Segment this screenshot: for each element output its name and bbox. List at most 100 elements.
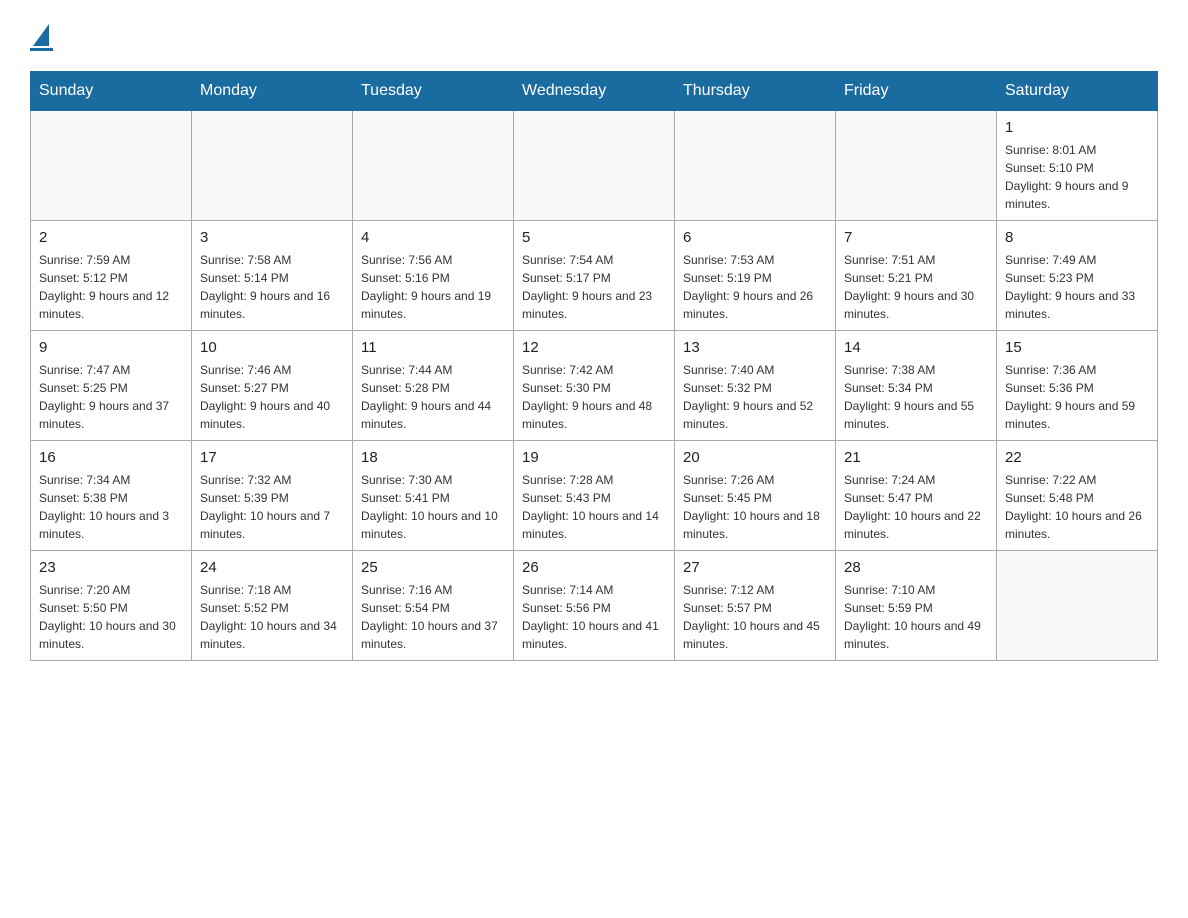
day-info: Sunrise: 7:44 AM Sunset: 5:28 PM Dayligh… <box>361 361 505 433</box>
day-number: 12 <box>522 337 666 358</box>
day-number: 23 <box>39 557 183 578</box>
calendar-header-friday: Friday <box>836 72 997 111</box>
day-number: 14 <box>844 337 988 358</box>
day-number: 3 <box>200 227 344 248</box>
calendar-cell: 8 Sunrise: 7:49 AM Sunset: 5:23 PM Daylig… <box>997 221 1158 331</box>
day-number: 17 <box>200 447 344 468</box>
calendar-cell: 5 Sunrise: 7:54 AM Sunset: 5:17 PM Daylig… <box>514 221 675 331</box>
calendar-cell: 28 Sunrise: 7:10 AM Sunset: 5:59 PM Dayli… <box>836 551 997 661</box>
day-info: Sunrise: 7:18 AM Sunset: 5:52 PM Dayligh… <box>200 581 344 653</box>
calendar-cell: 22 Sunrise: 7:22 AM Sunset: 5:48 PM Dayli… <box>997 441 1158 551</box>
calendar-cell: 4 Sunrise: 7:56 AM Sunset: 5:16 PM Daylig… <box>353 221 514 331</box>
day-number: 10 <box>200 337 344 358</box>
day-number: 28 <box>844 557 988 578</box>
day-info: Sunrise: 7:46 AM Sunset: 5:27 PM Dayligh… <box>200 361 344 433</box>
calendar-cell: 12 Sunrise: 7:42 AM Sunset: 5:30 PM Dayli… <box>514 331 675 441</box>
day-info: Sunrise: 7:20 AM Sunset: 5:50 PM Dayligh… <box>39 581 183 653</box>
day-number: 15 <box>1005 337 1149 358</box>
calendar-cell <box>836 111 997 221</box>
day-info: Sunrise: 7:49 AM Sunset: 5:23 PM Dayligh… <box>1005 251 1149 323</box>
day-info: Sunrise: 7:34 AM Sunset: 5:38 PM Dayligh… <box>39 471 183 543</box>
day-info: Sunrise: 7:22 AM Sunset: 5:48 PM Dayligh… <box>1005 471 1149 543</box>
calendar-header-wednesday: Wednesday <box>514 72 675 111</box>
day-number: 9 <box>39 337 183 358</box>
day-number: 4 <box>361 227 505 248</box>
day-number: 16 <box>39 447 183 468</box>
week-row-3: 9 Sunrise: 7:47 AM Sunset: 5:25 PM Daylig… <box>31 331 1158 441</box>
day-number: 6 <box>683 227 827 248</box>
day-number: 7 <box>844 227 988 248</box>
calendar-cell: 14 Sunrise: 7:38 AM Sunset: 5:34 PM Dayli… <box>836 331 997 441</box>
day-number: 20 <box>683 447 827 468</box>
day-info: Sunrise: 7:51 AM Sunset: 5:21 PM Dayligh… <box>844 251 988 323</box>
week-row-2: 2 Sunrise: 7:59 AM Sunset: 5:12 PM Daylig… <box>31 221 1158 331</box>
calendar-cell: 13 Sunrise: 7:40 AM Sunset: 5:32 PM Dayli… <box>675 331 836 441</box>
calendar-cell <box>514 111 675 221</box>
day-info: Sunrise: 7:32 AM Sunset: 5:39 PM Dayligh… <box>200 471 344 543</box>
day-info: Sunrise: 7:30 AM Sunset: 5:41 PM Dayligh… <box>361 471 505 543</box>
calendar-cell: 19 Sunrise: 7:28 AM Sunset: 5:43 PM Dayli… <box>514 441 675 551</box>
calendar-cell: 20 Sunrise: 7:26 AM Sunset: 5:45 PM Dayli… <box>675 441 836 551</box>
day-info: Sunrise: 7:26 AM Sunset: 5:45 PM Dayligh… <box>683 471 827 543</box>
calendar-cell: 2 Sunrise: 7:59 AM Sunset: 5:12 PM Daylig… <box>31 221 192 331</box>
calendar-cell <box>675 111 836 221</box>
calendar-table: SundayMondayTuesdayWednesdayThursdayFrid… <box>30 71 1158 661</box>
calendar-cell: 17 Sunrise: 7:32 AM Sunset: 5:39 PM Dayli… <box>192 441 353 551</box>
day-number: 2 <box>39 227 183 248</box>
calendar-cell: 24 Sunrise: 7:18 AM Sunset: 5:52 PM Dayli… <box>192 551 353 661</box>
day-number: 5 <box>522 227 666 248</box>
day-info: Sunrise: 7:10 AM Sunset: 5:59 PM Dayligh… <box>844 581 988 653</box>
day-number: 13 <box>683 337 827 358</box>
day-number: 26 <box>522 557 666 578</box>
day-number: 21 <box>844 447 988 468</box>
logo <box>30 20 53 51</box>
logo-triangle-icon <box>33 24 49 46</box>
calendar-header-tuesday: Tuesday <box>353 72 514 111</box>
day-number: 22 <box>1005 447 1149 468</box>
day-info: Sunrise: 7:28 AM Sunset: 5:43 PM Dayligh… <box>522 471 666 543</box>
day-number: 18 <box>361 447 505 468</box>
calendar-cell <box>192 111 353 221</box>
calendar-cell: 6Sunrise: 7:53 AM Sunset: 5:19 PM Daylig… <box>675 221 836 331</box>
calendar-cell: 1Sunrise: 8:01 AM Sunset: 5:10 PM Daylig… <box>997 111 1158 221</box>
day-info: Sunrise: 7:40 AM Sunset: 5:32 PM Dayligh… <box>683 361 827 433</box>
day-number: 8 <box>1005 227 1149 248</box>
calendar-cell: 25Sunrise: 7:16 AM Sunset: 5:54 PM Dayli… <box>353 551 514 661</box>
day-info: Sunrise: 7:56 AM Sunset: 5:16 PM Dayligh… <box>361 251 505 323</box>
day-info: Sunrise: 7:54 AM Sunset: 5:17 PM Dayligh… <box>522 251 666 323</box>
calendar-cell <box>31 111 192 221</box>
calendar-cell <box>353 111 514 221</box>
day-number: 25 <box>361 557 505 578</box>
calendar-cell: 23 Sunrise: 7:20 AM Sunset: 5:50 PM Dayli… <box>31 551 192 661</box>
calendar-header-sunday: Sunday <box>31 72 192 111</box>
day-info: Sunrise: 7:47 AM Sunset: 5:25 PM Dayligh… <box>39 361 183 433</box>
day-info: Sunrise: 8:01 AM Sunset: 5:10 PM Dayligh… <box>1005 141 1149 213</box>
calendar-header-thursday: Thursday <box>675 72 836 111</box>
calendar-header-row: SundayMondayTuesdayWednesdayThursdayFrid… <box>31 72 1158 111</box>
page-header <box>30 20 1158 51</box>
day-info: Sunrise: 7:14 AM Sunset: 5:56 PM Dayligh… <box>522 581 666 653</box>
calendar-cell: 7 Sunrise: 7:51 AM Sunset: 5:21 PM Daylig… <box>836 221 997 331</box>
day-info: Sunrise: 7:38 AM Sunset: 5:34 PM Dayligh… <box>844 361 988 433</box>
calendar-cell: 9 Sunrise: 7:47 AM Sunset: 5:25 PM Daylig… <box>31 331 192 441</box>
day-info: Sunrise: 7:12 AM Sunset: 5:57 PM Dayligh… <box>683 581 827 653</box>
calendar-cell: 10 Sunrise: 7:46 AM Sunset: 5:27 PM Dayli… <box>192 331 353 441</box>
calendar-cell: 16 Sunrise: 7:34 AM Sunset: 5:38 PM Dayli… <box>31 441 192 551</box>
day-number: 19 <box>522 447 666 468</box>
calendar-cell: 3 Sunrise: 7:58 AM Sunset: 5:14 PM Daylig… <box>192 221 353 331</box>
day-number: 24 <box>200 557 344 578</box>
week-row-4: 16 Sunrise: 7:34 AM Sunset: 5:38 PM Dayli… <box>31 441 1158 551</box>
day-info: Sunrise: 7:59 AM Sunset: 5:12 PM Dayligh… <box>39 251 183 323</box>
day-info: Sunrise: 7:42 AM Sunset: 5:30 PM Dayligh… <box>522 361 666 433</box>
day-number: 11 <box>361 337 505 358</box>
calendar-cell: 15 Sunrise: 7:36 AM Sunset: 5:36 PM Dayli… <box>997 331 1158 441</box>
day-number: 27 <box>683 557 827 578</box>
day-info: Sunrise: 7:58 AM Sunset: 5:14 PM Dayligh… <box>200 251 344 323</box>
day-info: Sunrise: 7:36 AM Sunset: 5:36 PM Dayligh… <box>1005 361 1149 433</box>
calendar-header-saturday: Saturday <box>997 72 1158 111</box>
calendar-cell: 27 Sunrise: 7:12 AM Sunset: 5:57 PM Dayli… <box>675 551 836 661</box>
calendar-cell: 18 Sunrise: 7:30 AM Sunset: 5:41 PM Dayli… <box>353 441 514 551</box>
calendar-cell: 21Sunrise: 7:24 AM Sunset: 5:47 PM Dayli… <box>836 441 997 551</box>
calendar-cell: 26 Sunrise: 7:14 AM Sunset: 5:56 PM Dayli… <box>514 551 675 661</box>
calendar-cell <box>997 551 1158 661</box>
